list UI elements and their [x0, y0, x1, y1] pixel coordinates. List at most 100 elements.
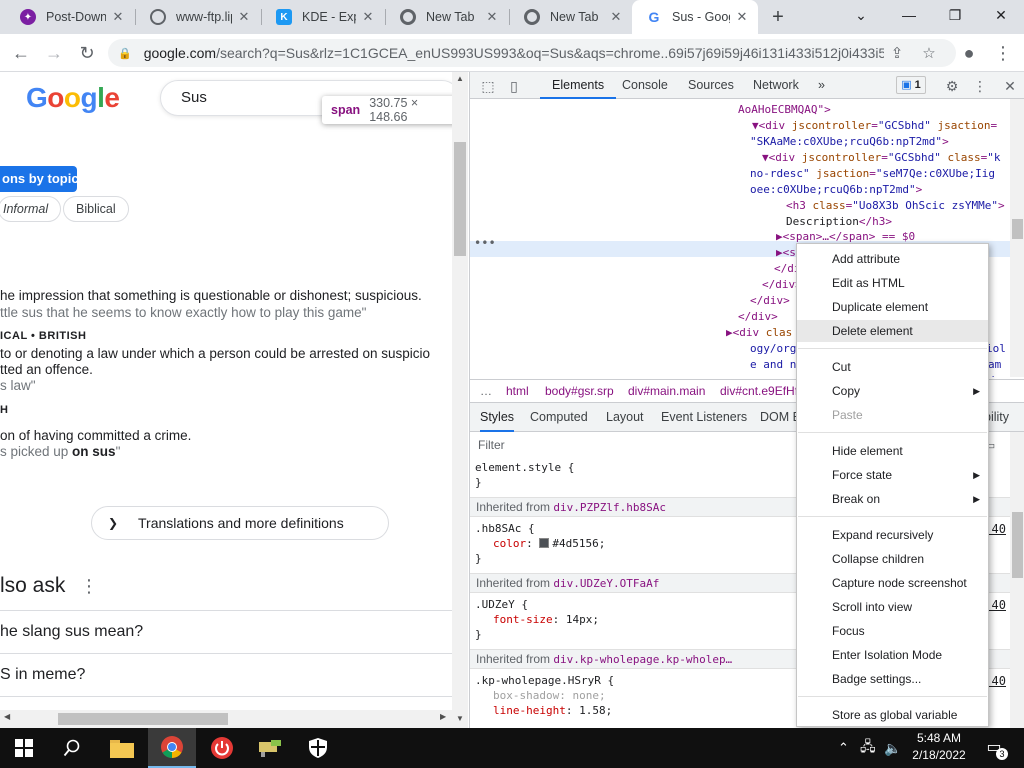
dom-node-line[interactable]: ▶<div clas [726, 325, 792, 340]
volume-icon[interactable]: 🔈 [884, 728, 901, 768]
power-app-icon[interactable] [198, 728, 246, 768]
close-tab-icon[interactable]: ✕ [734, 9, 750, 25]
menu-item-force-state[interactable]: Force state ▶ [797, 464, 988, 486]
google-logo[interactable]: Google [26, 82, 120, 114]
menu-item-add-attribute[interactable]: Add attribute [797, 248, 988, 270]
menu-kebab-icon[interactable]: ⋮ [990, 40, 1016, 66]
more-options-icon[interactable]: ⋮ [80, 576, 98, 597]
close-devtools-icon[interactable]: ✕ [1000, 76, 1020, 96]
menu-item-duplicate-element[interactable]: Duplicate element [797, 296, 988, 318]
dom-node-line[interactable]: </div> [750, 293, 790, 308]
browser-tab[interactable]: K KDE - Expe ✕ [262, 0, 384, 34]
security-shield-icon[interactable] [294, 728, 342, 768]
bookmark-star-icon[interactable]: ☆ [918, 43, 940, 65]
dom-node-line[interactable]: no-rdesc" jsaction="seM7Qe:c0XUbe;Iig [750, 166, 995, 181]
styles-scrollbar[interactable] [1010, 432, 1024, 728]
menu-item-copy[interactable]: Copy ▶ [797, 380, 988, 402]
close-tab-icon[interactable]: ✕ [608, 9, 624, 25]
inherited-link[interactable]: div.PZPZlf.hb8SAc [553, 501, 666, 514]
scrollbar-thumb[interactable] [1012, 219, 1023, 239]
forward-icon[interactable]: → [41, 40, 67, 66]
inherited-link[interactable]: div.UDZeY.OTFaAf [553, 577, 659, 590]
browser-tab[interactable]: New Tab ✕ [386, 0, 508, 34]
close-tab-icon[interactable]: ✕ [484, 9, 500, 25]
file-explorer-icon[interactable] [98, 728, 146, 768]
dom-scrollbar[interactable] [1010, 99, 1024, 377]
breadcrumb-item[interactable]: … [480, 380, 492, 402]
dom-node-line[interactable]: oee:c0XUbe;rcuQ6b:npT2md"> [750, 182, 922, 197]
minimize-button[interactable]: — [886, 0, 932, 32]
page-horizontal-scrollbar[interactable]: ◀ ▶ [0, 710, 452, 728]
inherited-link[interactable]: div.kp-wholepage.kp-wholep… [553, 653, 732, 666]
dom-node-line[interactable]: <h3 class="Uo8X3b OhScic zsYMMe"> [786, 198, 1005, 213]
tab-search-icon[interactable]: ⌄ [838, 0, 884, 32]
tab-network[interactable]: Network [753, 72, 799, 99]
dom-node-line[interactable]: </div> [738, 309, 778, 324]
close-tab-icon[interactable]: ✕ [360, 9, 376, 25]
system-clock[interactable]: 5:48 AM 2/18/2022 [904, 730, 974, 764]
show-hidden-icons[interactable]: ⌃ [838, 728, 849, 768]
translations-button[interactable]: ❯ Translations and more definitions [91, 506, 389, 540]
breadcrumb-item[interactable]: div#cnt.e9EfHf [720, 380, 798, 402]
menu-item-hide-element[interactable]: Hide element [797, 440, 988, 462]
reload-icon[interactable]: ↻ [74, 40, 100, 66]
tab-elements[interactable]: Elements [540, 72, 617, 99]
menu-item-cut[interactable]: Cut [797, 356, 988, 378]
question-item[interactable]: S in meme? [0, 666, 85, 684]
tab-event-listeners[interactable]: Event Listeners [661, 403, 747, 432]
breadcrumb-item[interactable]: html [506, 380, 529, 402]
issues-badge[interactable]: ▣ 1 [896, 76, 926, 94]
question-item[interactable]: he slang sus mean? [0, 623, 143, 641]
network-icon[interactable]: 🖧 [860, 728, 876, 768]
menu-item-edit-as-html[interactable]: Edit as HTML [797, 272, 988, 294]
menu-item-capture-node-screenshot[interactable]: Capture node screenshot [797, 572, 988, 594]
windows-start-icon[interactable] [0, 728, 48, 768]
tab-sources[interactable]: Sources [688, 72, 734, 99]
dom-node-line[interactable]: "SKAaMe:c0XUbe;rcuQ6b:npT2md"> [750, 134, 949, 149]
search-icon[interactable] [48, 728, 96, 768]
settings-gear-icon[interactable]: ⚙ [942, 76, 962, 96]
menu-item-delete-element[interactable]: Delete element [797, 320, 988, 342]
notification-center-icon[interactable]: ▭ 3 [980, 734, 1008, 762]
tab-dom-breakpoints[interactable]: DOM B [760, 403, 801, 432]
browser-tab[interactable]: New Tab ✕ [510, 0, 632, 34]
chrome-taskbar-icon[interactable] [148, 728, 196, 768]
menu-item-collapse-children[interactable]: Collapse children [797, 548, 988, 570]
lock-icon[interactable]: 🔒 [118, 47, 132, 60]
more-tabs-icon[interactable]: » [818, 72, 825, 99]
scrollbar-thumb[interactable] [58, 713, 228, 725]
dom-node-line[interactable]: Description</h3> [786, 214, 892, 229]
close-tab-icon[interactable]: ✕ [236, 9, 252, 25]
close-tab-icon[interactable]: ✕ [110, 9, 126, 25]
profile-avatar-icon[interactable]: ● [956, 40, 982, 66]
url-text[interactable]: google.com/search?q=Sus&rlz=1C1GCEA_enUS… [144, 45, 884, 61]
dom-node-line[interactable]: AoAHoECBMQAQ"> [738, 102, 831, 117]
tab-computed[interactable]: Computed [530, 403, 588, 432]
scrollbar-thumb[interactable] [1012, 512, 1023, 578]
menu-item-focus[interactable]: Focus [797, 620, 988, 642]
menu-item-expand-recursively[interactable]: Expand recursively [797, 524, 988, 546]
scroll-left-icon[interactable]: ◀ [4, 712, 10, 721]
scrollbar-thumb[interactable] [454, 142, 466, 256]
topic-button[interactable]: ons by topic [0, 166, 77, 192]
browser-tab[interactable]: www-ftp.lip ✕ [136, 0, 260, 34]
scroll-down-icon[interactable]: ▼ [452, 714, 468, 723]
maximize-button[interactable]: ❐ [932, 0, 978, 32]
dom-node-line[interactable]: ▶<span>…</span> == $0 [776, 229, 915, 244]
menu-item-scroll-into-view[interactable]: Scroll into view [797, 596, 988, 618]
chip-biblical[interactable]: Biblical [63, 196, 129, 222]
new-tab-button[interactable]: + [766, 4, 790, 30]
breadcrumb-item[interactable]: body#gsr.srp [545, 380, 614, 402]
address-bar[interactable]: 🔒 google.com/search?q=Sus&rlz=1C1GCEA_en… [108, 39, 956, 67]
page-vertical-scrollbar[interactable]: ▲ ▼ [452, 72, 468, 728]
styles-filter-input[interactable]: Filter [478, 438, 505, 452]
scroll-right-icon[interactable]: ▶ [440, 712, 446, 721]
dom-node-line[interactable]: ▼<div jscontroller="GCSbhd" jsaction= [752, 118, 997, 133]
devtools-menu-icon[interactable]: ⋮ [970, 76, 990, 96]
tab-layout[interactable]: Layout [606, 403, 644, 432]
browser-tab-active[interactable]: G Sus - Goog ✕ [632, 0, 758, 34]
chip-informal[interactable]: Informal [0, 196, 62, 222]
scroll-up-icon[interactable]: ▲ [452, 74, 468, 83]
device-toolbar-icon[interactable]: ▯ [504, 76, 524, 96]
breadcrumb-item[interactable]: div#main.main [628, 380, 705, 402]
